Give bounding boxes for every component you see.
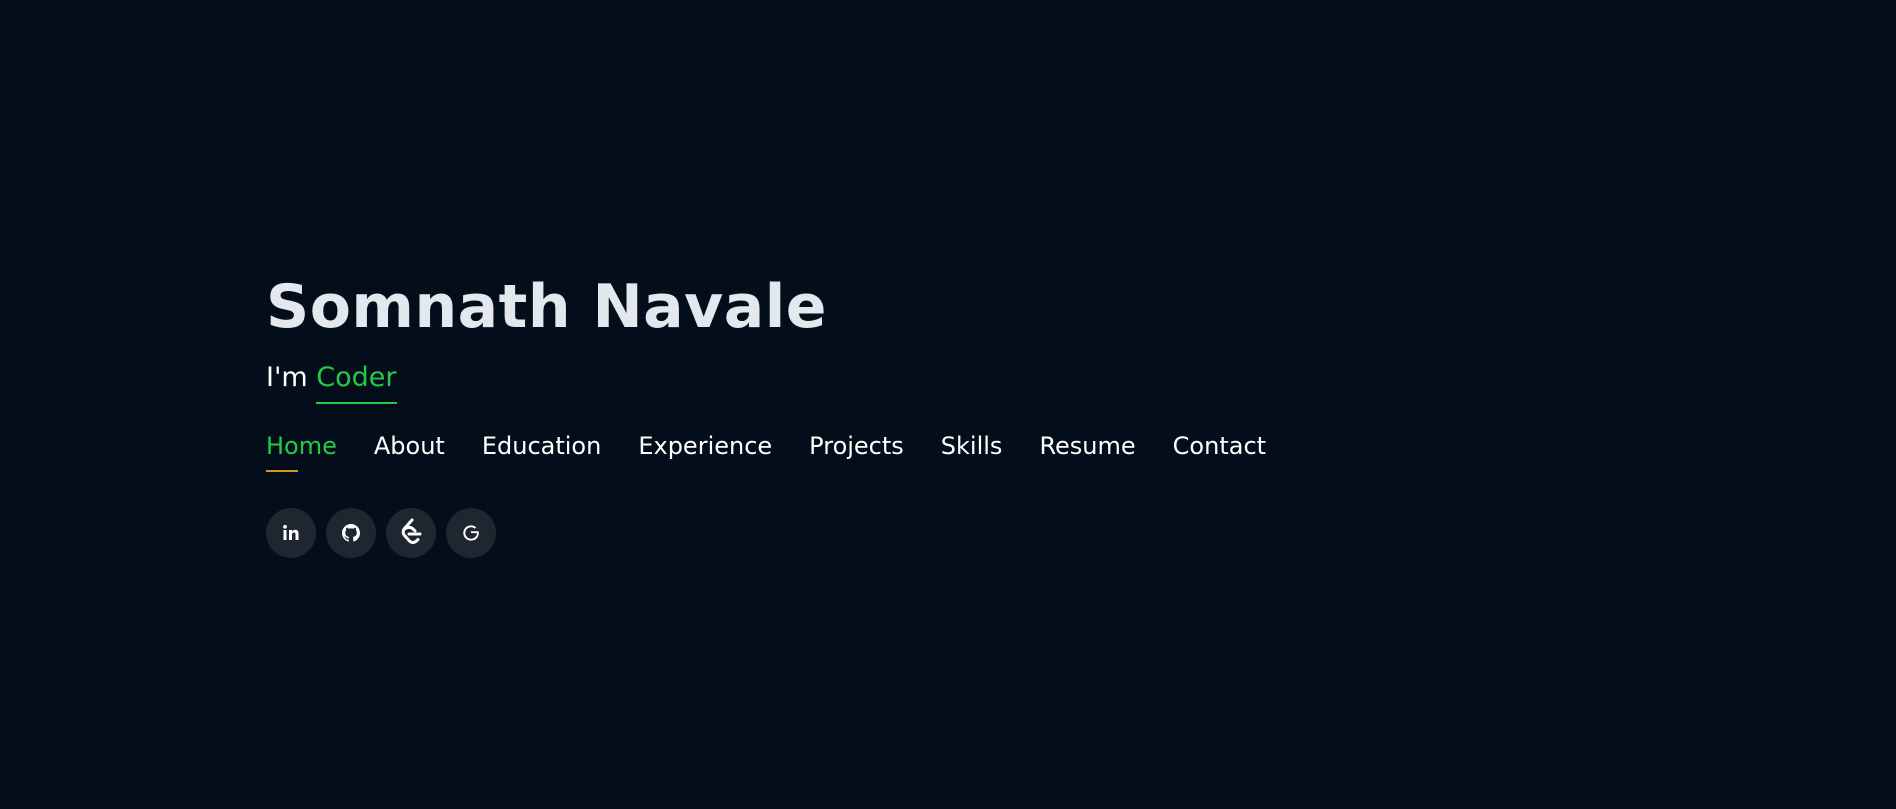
tagline-intro: I'm xyxy=(266,362,308,393)
linkedin-icon xyxy=(283,524,299,540)
hero-section: Somnath Navale I'm Coder Home About Educ… xyxy=(266,268,1266,558)
nav-item-projects[interactable]: Projects xyxy=(809,430,904,472)
linkedin-link[interactable] xyxy=(266,508,316,558)
hero-tagline: I'm Coder xyxy=(266,361,1266,404)
hero-name: Somnath Navale xyxy=(266,272,828,342)
nav-item-education[interactable]: Education xyxy=(482,430,601,472)
google-link[interactable] xyxy=(446,508,496,558)
github-link[interactable] xyxy=(326,508,376,558)
main-nav: Home About Education Experience Projects… xyxy=(266,430,1266,472)
nav-item-experience[interactable]: Experience xyxy=(638,430,772,472)
github-icon xyxy=(342,524,360,542)
nav-item-about[interactable]: About xyxy=(374,430,445,472)
leetcode-icon xyxy=(401,518,422,545)
google-icon xyxy=(463,525,479,541)
social-links xyxy=(266,508,1266,558)
nav-item-skills[interactable]: Skills xyxy=(941,430,1003,472)
tagline-role: Coder xyxy=(316,361,397,404)
leetcode-link[interactable] xyxy=(386,508,436,558)
nav-item-contact[interactable]: Contact xyxy=(1173,430,1266,472)
nav-item-resume[interactable]: Resume xyxy=(1039,430,1135,472)
page: Somnath Navale I'm Coder Home About Educ… xyxy=(0,0,1896,809)
nav-item-home[interactable]: Home xyxy=(266,430,337,472)
